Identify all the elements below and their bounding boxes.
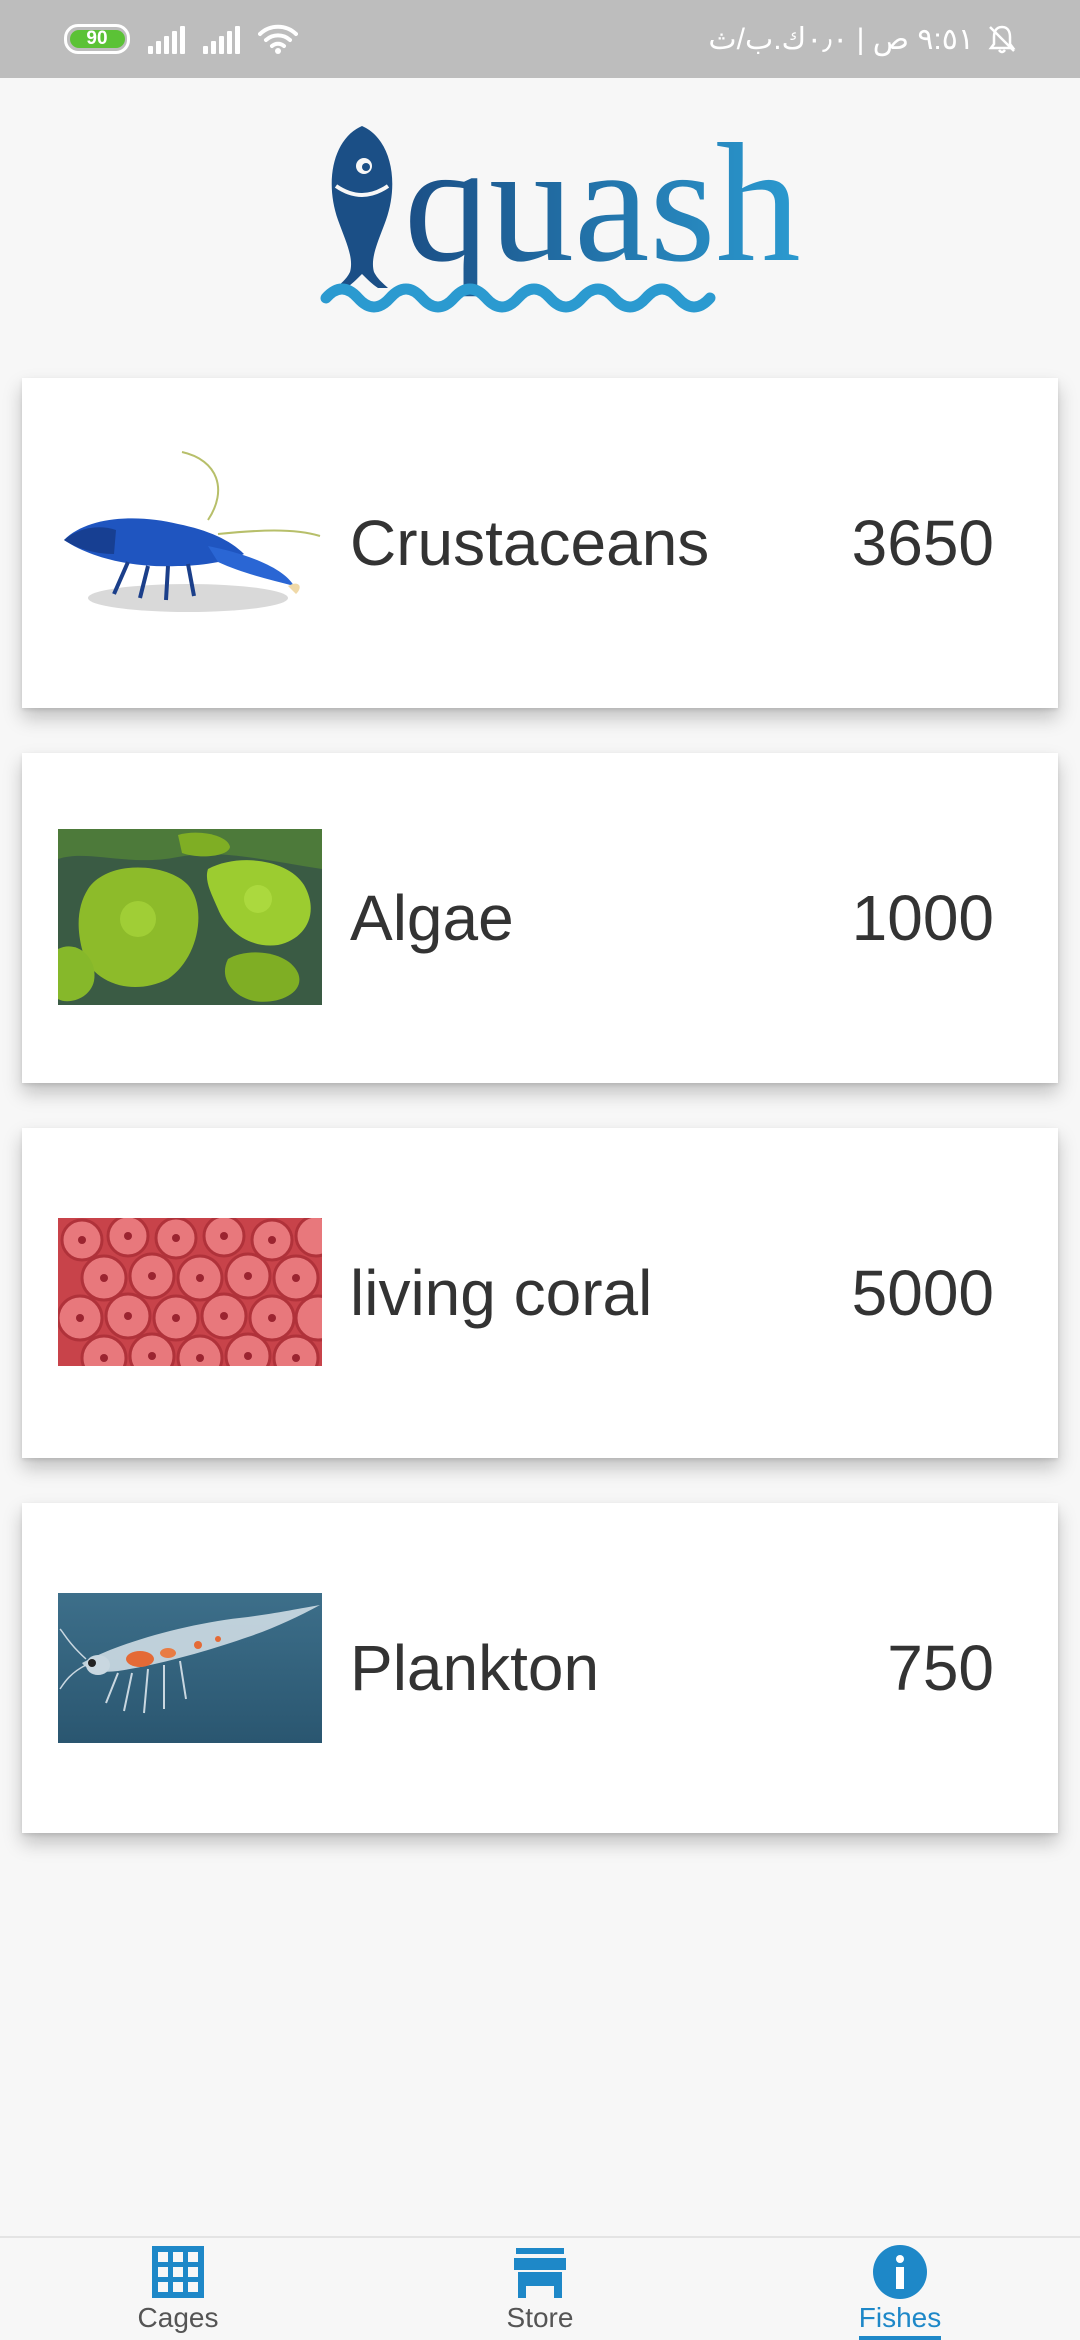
tab-label: Store — [506, 2302, 574, 2333]
grid-icon — [152, 2246, 204, 2298]
item-name: Algae — [350, 882, 514, 954]
status-time: ٩:٥١ ص | ٠٫٠ك.ب/ث — [708, 22, 974, 56]
status-icons-right: ٩:٥١ ص | ٠٫٠ك.ب/ث — [708, 22, 1018, 57]
item-price: 5000 — [851, 1257, 994, 1329]
item-name: living coral — [350, 1257, 653, 1329]
info-icon — [873, 2245, 927, 2299]
bottom-navigation: Cages Store Fishes — [0, 2236, 1080, 2340]
crustaceans-image — [58, 450, 322, 634]
store-icon — [514, 2248, 566, 2298]
battery-level: 90 — [86, 28, 108, 49]
product-card-plankton[interactable]: Plankton 750 — [22, 1503, 1058, 1833]
item-price: 750 — [887, 1632, 994, 1704]
product-card-crustaceans[interactable]: Crustaceans 3650 — [22, 378, 1058, 708]
algae-image — [58, 829, 322, 1005]
item-price: 3650 — [851, 507, 994, 579]
living-coral-image — [58, 1218, 322, 1366]
active-tab-indicator — [859, 2336, 941, 2340]
plankton-image — [58, 1593, 322, 1743]
signal-icon — [203, 24, 240, 54]
battery-icon: 90 — [64, 24, 130, 54]
tab-cages[interactable]: Cages — [78, 2238, 278, 2340]
product-card-living-coral[interactable]: living coral 5000 — [22, 1128, 1058, 1458]
tab-store[interactable]: Store — [440, 2238, 640, 2340]
fish-logo-icon — [331, 126, 393, 288]
tab-fishes[interactable]: Fishes — [800, 2238, 1000, 2340]
item-name: Crustaceans — [350, 507, 710, 579]
product-card-algae[interactable]: Algae 1000 — [22, 753, 1058, 1083]
signal-icon — [148, 24, 185, 54]
bell-off-icon — [988, 25, 1016, 54]
wifi-icon — [258, 24, 298, 54]
status-icons-left: 90 — [64, 23, 298, 55]
status-bar: 90 ٩:٥١ ص | ٠٫٠ك.ب/ث — [0, 0, 1080, 78]
tab-label: Fishes — [858, 2302, 942, 2333]
app-logo: quash — [0, 108, 1080, 328]
logo-text: quash — [404, 109, 801, 297]
item-price: 1000 — [851, 882, 994, 954]
tab-label: Cages — [137, 2302, 219, 2333]
item-name: Plankton — [350, 1632, 600, 1704]
